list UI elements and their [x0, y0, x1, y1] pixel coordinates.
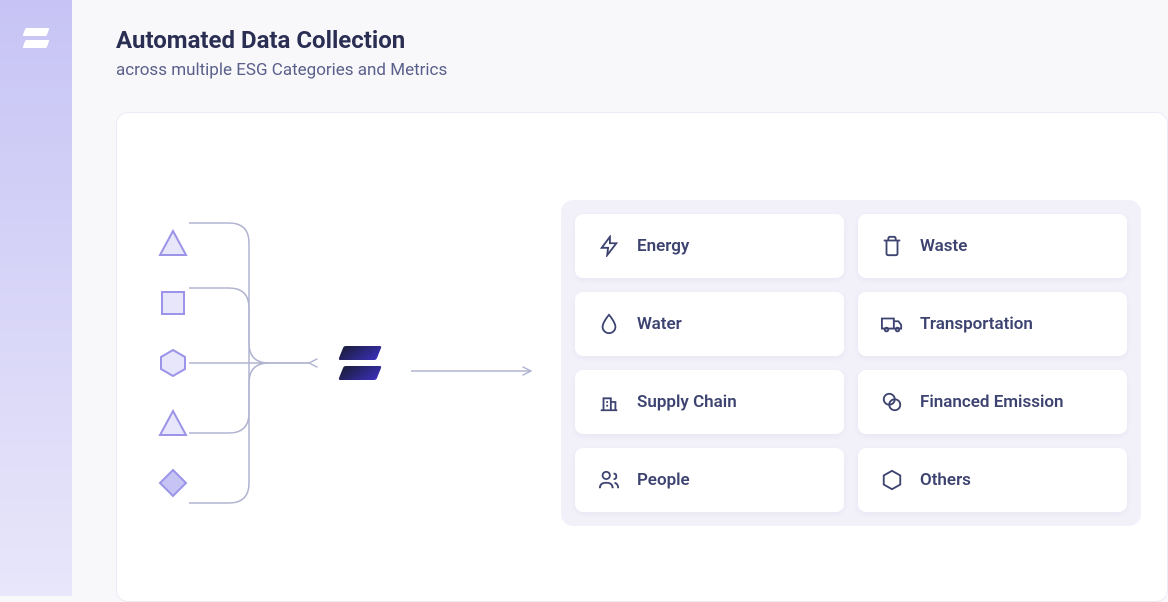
coins-icon: [880, 390, 904, 414]
people-icon: [597, 468, 621, 492]
category-water: Water: [575, 292, 844, 356]
category-label: Energy: [637, 236, 689, 256]
brand-logo-icon: [24, 28, 48, 48]
bolt-icon: [597, 234, 621, 258]
processor-logo-icon: [341, 346, 379, 380]
category-financed-emission: Financed Emission: [858, 370, 1127, 434]
diagram-panel: Energy Waste Water: [116, 112, 1168, 602]
source-diamond-icon: [157, 467, 189, 499]
hexagon-icon: [880, 468, 904, 492]
category-waste: Waste: [858, 214, 1127, 278]
category-label: Transportation: [920, 314, 1033, 334]
data-flow-diagram: Energy Waste Water: [157, 149, 1143, 577]
source-triangle-icon: [157, 407, 189, 439]
trash-icon: [880, 234, 904, 258]
category-label: People: [637, 470, 690, 490]
source-shapes: [157, 227, 189, 499]
page-title: Automated Data Collection: [116, 26, 1168, 54]
category-others: Others: [858, 448, 1127, 512]
connector-lines: [189, 193, 329, 533]
category-label: Supply Chain: [637, 392, 737, 412]
category-supply-chain: Supply Chain: [575, 370, 844, 434]
source-square-icon: [157, 287, 189, 319]
source-triangle-icon: [157, 227, 189, 259]
category-label: Financed Emission: [920, 392, 1063, 412]
main-content: Automated Data Collection across multipl…: [72, 0, 1168, 602]
category-people: People: [575, 448, 844, 512]
truck-icon: [880, 312, 904, 336]
category-energy: Energy: [575, 214, 844, 278]
categories-grid: Energy Waste Water: [561, 200, 1141, 526]
sidebar: [0, 0, 72, 596]
page-subtitle: across multiple ESG Categories and Metri…: [116, 60, 1168, 80]
category-label: Waste: [920, 236, 967, 256]
building-icon: [597, 390, 621, 414]
category-label: Water: [637, 314, 682, 334]
category-label: Others: [920, 470, 971, 490]
droplet-icon: [597, 312, 621, 336]
category-transportation: Transportation: [858, 292, 1127, 356]
source-hexagon-icon: [157, 347, 189, 379]
output-arrow: [411, 362, 541, 364]
